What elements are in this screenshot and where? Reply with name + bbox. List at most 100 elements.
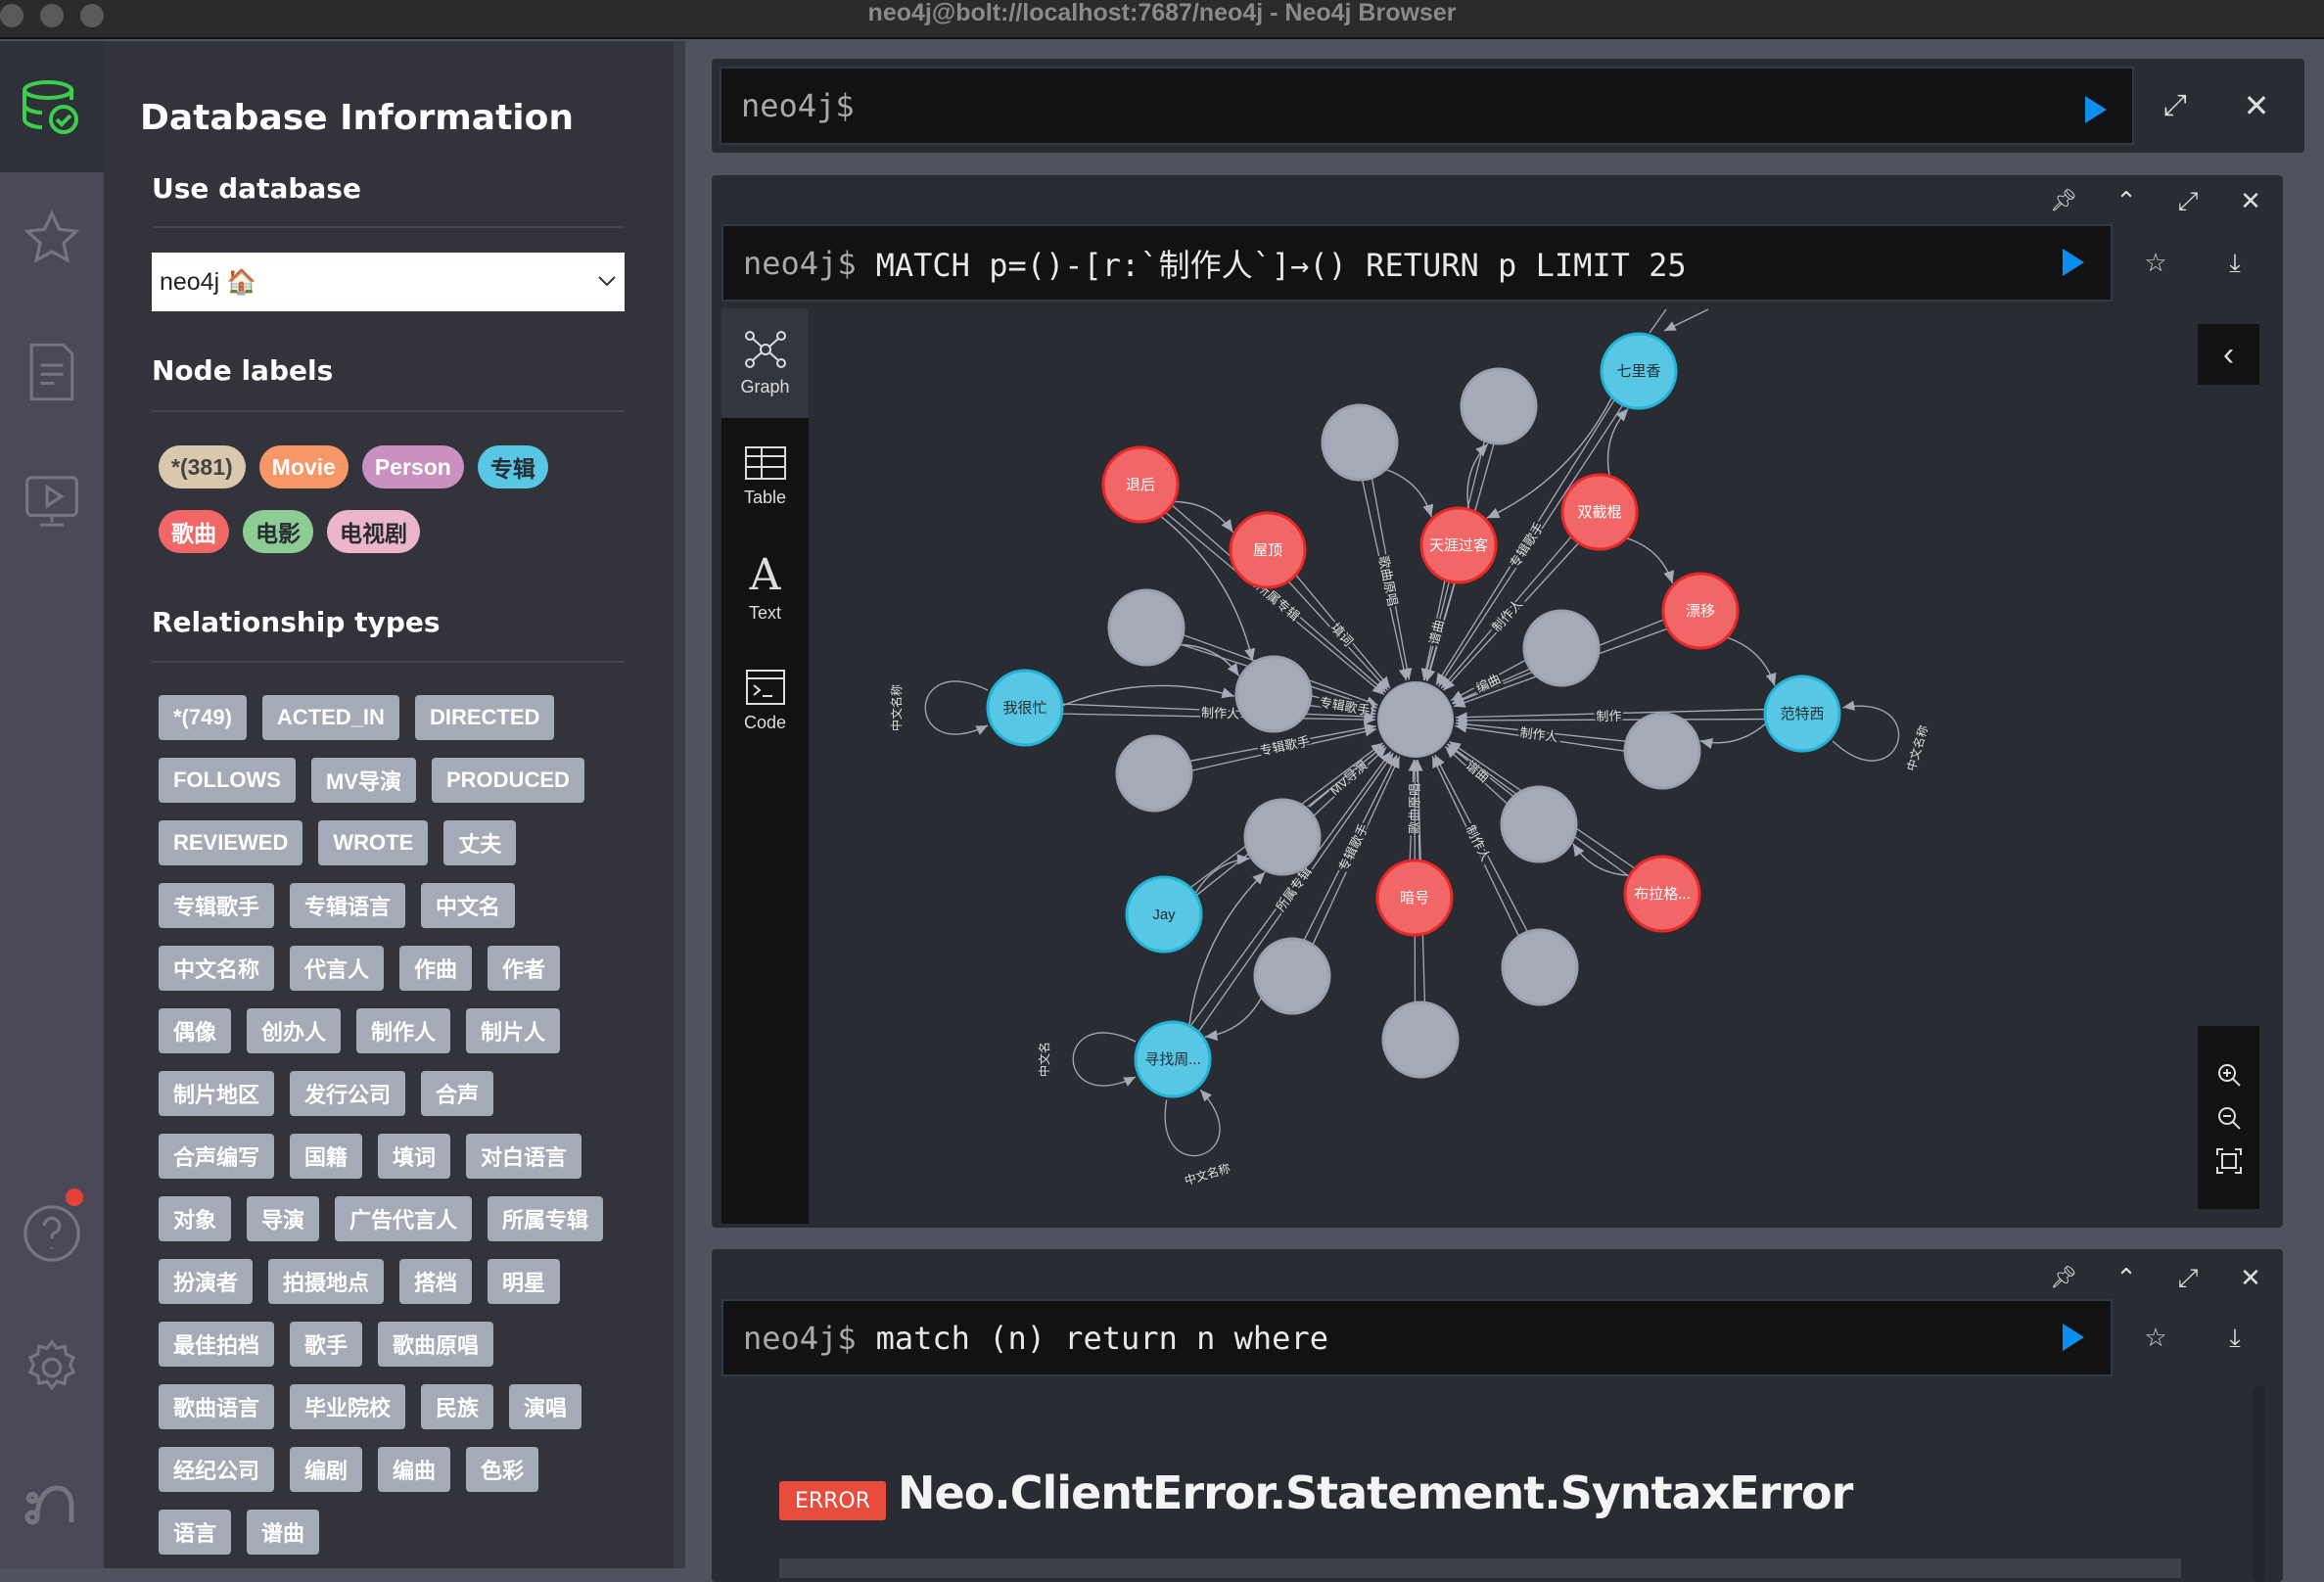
relationship-edge[interactable] bbox=[1664, 309, 1708, 331]
relationship-type-tag[interactable]: 演唱 bbox=[509, 1384, 581, 1429]
relationship-type-tag[interactable]: 专辑语言 bbox=[290, 883, 405, 928]
frame-scrollbar[interactable] bbox=[2253, 1386, 2264, 1582]
rerun-query-button[interactable] bbox=[2063, 1324, 2084, 1351]
graph-visualization[interactable]: 专辑歌手制作人歌曲原唱所属专辑填词谱曲制作人制作人歌曲原唱编曲专辑歌手制作人制作… bbox=[809, 308, 2271, 1224]
relationship-type-tag[interactable]: 广告代言人 bbox=[335, 1196, 472, 1241]
settings-gear-icon[interactable] bbox=[18, 1333, 86, 1402]
fullscreen-icon[interactable]: ⤢ bbox=[2170, 183, 2206, 218]
self-loop-edge[interactable] bbox=[1073, 1033, 1136, 1086]
relationship-type-tag[interactable]: 拍摄地点 bbox=[268, 1259, 384, 1304]
relationship-type-tag[interactable]: 创办人 bbox=[247, 1008, 341, 1053]
relationship-type-tag[interactable]: 制片人 bbox=[466, 1008, 560, 1053]
node-label-pill[interactable]: 电视剧 bbox=[327, 510, 420, 553]
relationship-type-tag[interactable]: 语言 bbox=[159, 1510, 231, 1555]
graph-node[interactable]: 退后 bbox=[1103, 447, 1178, 522]
relationship-type-tag[interactable]: 对白语言 bbox=[466, 1134, 581, 1179]
relationship-type-tag[interactable]: 中文名 bbox=[421, 883, 515, 928]
relationship-edge[interactable] bbox=[1062, 685, 1234, 706]
node-label-pill[interactable]: 电影 bbox=[243, 510, 313, 553]
relationship-type-tag[interactable]: 最佳拍档 bbox=[159, 1322, 274, 1367]
relationship-edge[interactable] bbox=[1189, 872, 1265, 1026]
graph-node[interactable] bbox=[1503, 930, 1577, 1004]
relationship-type-tag[interactable]: 合声编写 bbox=[159, 1134, 274, 1179]
relationship-type-tag[interactable]: 填词 bbox=[378, 1134, 450, 1179]
favorite-star-icon[interactable]: ☆ bbox=[2138, 1320, 2173, 1355]
expand-editor-icon[interactable]: ⤢ bbox=[2158, 88, 2193, 123]
graph-node[interactable] bbox=[1625, 714, 1699, 788]
node-label-pill[interactable]: 专辑 bbox=[478, 445, 548, 489]
relationship-type-tag[interactable]: 编曲 bbox=[378, 1447, 450, 1492]
relationship-type-tag[interactable]: 歌曲语言 bbox=[159, 1384, 274, 1429]
relationship-type-tag[interactable]: 国籍 bbox=[290, 1134, 362, 1179]
graph-node[interactable]: 暗号 bbox=[1377, 861, 1452, 935]
graph-node[interactable] bbox=[1245, 800, 1320, 874]
guides-play-icon[interactable] bbox=[18, 467, 86, 535]
relationship-type-tag[interactable]: PRODUCED bbox=[432, 758, 584, 803]
frame-query-editor[interactable]: neo4j$match (n) return n where bbox=[721, 1299, 2113, 1376]
main-query-editor[interactable]: neo4j$ bbox=[720, 67, 2134, 145]
rerun-query-button[interactable] bbox=[2063, 249, 2084, 276]
relationship-type-tag[interactable]: 歌曲原唱 bbox=[378, 1322, 493, 1367]
close-editor-icon[interactable]: ✕ bbox=[2239, 88, 2274, 123]
relationship-edge[interactable] bbox=[1626, 538, 1672, 583]
frame-query-editor[interactable]: neo4j$MATCH p=()-[r:`制作人`]→() RETURN p L… bbox=[721, 224, 2113, 302]
relationship-edge[interactable] bbox=[1727, 637, 1775, 686]
relationship-type-tag[interactable]: 发行公司 bbox=[290, 1071, 405, 1116]
relationship-type-tag[interactable]: 色彩 bbox=[466, 1447, 538, 1492]
toggle-inspector-button[interactable]: ‹ bbox=[2198, 324, 2259, 385]
relationship-type-tag[interactable]: 制作人 bbox=[356, 1008, 450, 1053]
relationship-edge[interactable] bbox=[1608, 409, 1629, 477]
fit-to-screen-icon[interactable] bbox=[2216, 1148, 2242, 1174]
graph-node[interactable] bbox=[1255, 939, 1329, 1013]
pin-icon[interactable]: 📌︎ bbox=[2046, 1260, 2081, 1295]
relationship-edge[interactable] bbox=[1174, 501, 1233, 532]
relationship-type-tag[interactable]: 编剧 bbox=[290, 1447, 362, 1492]
relationship-type-tag[interactable]: 民族 bbox=[421, 1384, 493, 1429]
graph-node[interactable]: 范特西 bbox=[1765, 676, 1839, 751]
graph-node[interactable]: 寻找周... bbox=[1136, 1022, 1210, 1096]
sidebar-scrollbar[interactable] bbox=[674, 41, 685, 1568]
fullscreen-icon[interactable]: ⤢ bbox=[2170, 1260, 2206, 1295]
relationship-type-tag[interactable]: 搭档 bbox=[399, 1259, 472, 1304]
relationship-edge[interactable] bbox=[1385, 469, 1431, 517]
download-icon[interactable]: ⤓ bbox=[2217, 1320, 2253, 1355]
relationship-type-tag[interactable]: 合声 bbox=[421, 1071, 493, 1116]
relationship-type-tag[interactable]: FOLLOWS bbox=[159, 758, 296, 803]
self-loop-edge[interactable] bbox=[925, 681, 988, 734]
relationship-edge[interactable] bbox=[1700, 723, 1767, 743]
collapse-frame-icon[interactable]: ⌃ bbox=[2109, 1260, 2144, 1295]
relationship-edge[interactable] bbox=[1650, 309, 1666, 333]
relationship-type-tag[interactable]: 经纪公司 bbox=[159, 1447, 274, 1492]
favorites-star-icon[interactable] bbox=[18, 204, 86, 272]
graph-node[interactable]: 屋顶 bbox=[1231, 513, 1305, 587]
self-loop-edge[interactable] bbox=[1165, 1090, 1220, 1155]
relationship-type-tag[interactable]: 扮演者 bbox=[159, 1259, 253, 1304]
close-frame-icon[interactable]: ✕ bbox=[2233, 1260, 2268, 1295]
graph-node[interactable] bbox=[1462, 369, 1536, 443]
close-frame-icon[interactable]: ✕ bbox=[2233, 183, 2268, 218]
documents-icon[interactable] bbox=[18, 338, 86, 406]
database-icon[interactable] bbox=[18, 73, 86, 142]
database-select[interactable]: neo4j 🏠 bbox=[152, 253, 625, 311]
graph-node[interactable] bbox=[1502, 787, 1576, 861]
relationship-type-tag[interactable]: 作者 bbox=[488, 946, 560, 991]
relationship-edge[interactable] bbox=[1205, 998, 1262, 1037]
graph-node[interactable] bbox=[1383, 1002, 1458, 1077]
relationship-type-tag[interactable]: REVIEWED bbox=[159, 820, 302, 865]
graph-node[interactable]: 我很忙 bbox=[988, 671, 1062, 745]
relationship-type-tag[interactable]: 明星 bbox=[488, 1259, 560, 1304]
about-neo4j-icon[interactable] bbox=[18, 1468, 86, 1537]
graph-node[interactable]: 布拉格... bbox=[1625, 857, 1699, 931]
node-label-pill[interactable]: 歌曲 bbox=[159, 510, 229, 553]
graph-node[interactable]: 漂移 bbox=[1663, 574, 1738, 648]
graph-node[interactable] bbox=[1109, 590, 1184, 665]
graph-node[interactable] bbox=[1117, 736, 1191, 811]
relationship-type-tag[interactable]: *(749) bbox=[159, 695, 247, 740]
graph-node[interactable]: 天涯过客 bbox=[1421, 508, 1496, 582]
graph-node-center[interactable] bbox=[1378, 682, 1453, 757]
graph-node[interactable] bbox=[1236, 657, 1311, 731]
pin-icon[interactable]: 📌︎ bbox=[2046, 183, 2081, 218]
relationship-type-tag[interactable]: DIRECTED bbox=[415, 695, 554, 740]
graph-node[interactable] bbox=[1524, 611, 1599, 685]
help-icon[interactable] bbox=[18, 1199, 86, 1268]
